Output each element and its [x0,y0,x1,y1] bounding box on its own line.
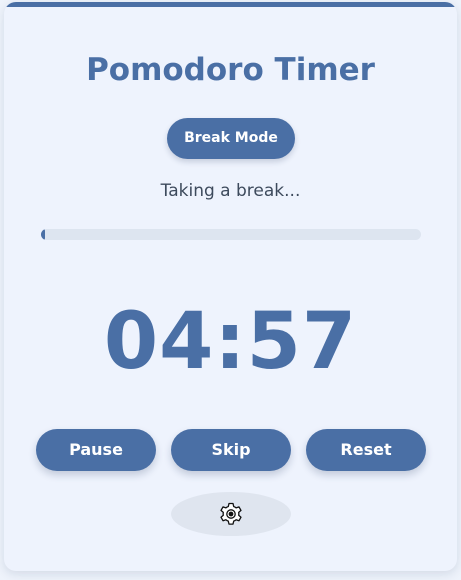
progress-bar [41,229,421,240]
gear-icon [220,502,242,525]
time-display: 04:57 [103,297,358,387]
reset-button[interactable]: Reset [306,429,426,471]
pause-button[interactable]: Pause [36,429,156,471]
progress-fill [41,229,45,240]
mode-badge: Break Mode [167,118,295,159]
page-title: Pomodoro Timer [86,52,375,88]
settings-button[interactable] [171,492,291,536]
accent-top-bar [4,2,457,7]
timer-card: Pomodoro Timer Break Mode Taking a break… [4,2,457,571]
status-text: Taking a break... [160,181,301,201]
skip-button[interactable]: Skip [171,429,291,471]
